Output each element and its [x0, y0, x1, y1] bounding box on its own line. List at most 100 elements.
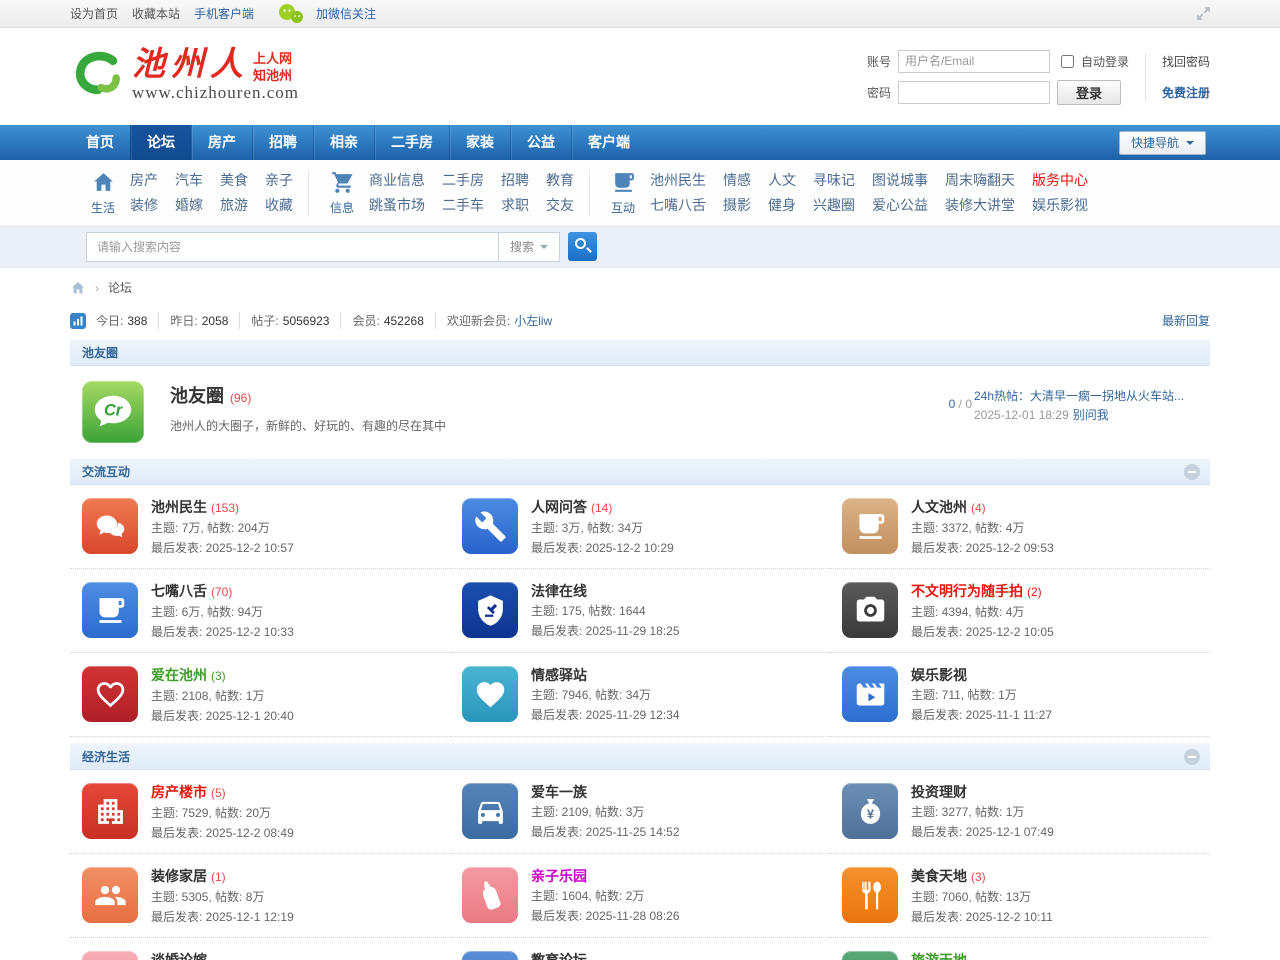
nav-item-5[interactable]: 二手房	[374, 125, 449, 160]
mobile-client-link[interactable]: 手机客户端	[194, 5, 254, 22]
forum-link[interactable]: 爱在池州	[151, 667, 207, 683]
newest-member-link[interactable]: 小左liw	[514, 314, 552, 328]
car-icon[interactable]	[462, 783, 518, 839]
forum-link[interactable]: 投资理财	[911, 784, 967, 800]
wrench-icon[interactable]	[462, 498, 518, 554]
subnav-link[interactable]: 婚嫁	[175, 195, 203, 216]
subnav-link[interactable]: 教育	[546, 170, 574, 191]
forgot-password-link[interactable]: 找回密码	[1162, 53, 1210, 70]
search-input[interactable]	[86, 232, 498, 262]
subnav-link[interactable]: 二手车	[442, 195, 484, 216]
forum-link[interactable]: 池友圈	[170, 386, 224, 406]
account-input[interactable]	[898, 50, 1050, 73]
cafe-icon[interactable]	[842, 498, 898, 554]
subnav-link[interactable]: 爱心公益	[872, 195, 928, 216]
subnav-link[interactable]: 旅游	[220, 195, 248, 216]
password-input[interactable]	[898, 81, 1050, 104]
bottle-icon[interactable]	[462, 867, 518, 923]
nav-item-1[interactable]: 论坛	[130, 125, 191, 160]
subnav-link[interactable]: 人文	[768, 170, 796, 191]
heart2-icon[interactable]	[82, 666, 138, 722]
subnav-link[interactable]: 美食	[220, 170, 248, 191]
wechat-follow-link[interactable]: 加微信关注	[316, 5, 376, 22]
forum-link[interactable]: 法律在线	[531, 583, 587, 599]
search-button[interactable]	[568, 232, 597, 261]
subnav-link[interactable]: 房产	[130, 170, 158, 191]
people-icon[interactable]	[82, 867, 138, 923]
subnav-link[interactable]: 汽车	[175, 170, 203, 191]
subnav-link[interactable]: 娱乐影视	[1032, 195, 1088, 216]
subnav-link[interactable]: 亲子	[265, 170, 293, 191]
subnav-link[interactable]: 图说城事	[872, 170, 928, 191]
subnav-link[interactable]: 装修大讲堂	[945, 195, 1015, 216]
shield-icon[interactable]	[462, 582, 518, 638]
subnav-link[interactable]: 商业信息	[369, 170, 425, 191]
search-type-select[interactable]: 搜索	[498, 232, 560, 262]
bookmark-link[interactable]: 收藏本站	[132, 5, 180, 22]
subnav-link[interactable]: 寻味记	[813, 170, 855, 191]
forum-link[interactable]: 美食天地	[911, 868, 967, 884]
cafe-icon[interactable]	[82, 582, 138, 638]
forum-link[interactable]: 旅游天地	[911, 952, 967, 960]
nav-item-7[interactable]: 公益	[510, 125, 571, 160]
nav-item-0[interactable]: 首页	[70, 125, 130, 160]
subnav-link[interactable]: 七嘴八舌	[650, 195, 706, 216]
chiyouquan-forum-icon[interactable]: Cr	[82, 381, 144, 443]
subnav-link[interactable]: 求职	[501, 195, 529, 216]
forum-link[interactable]: 池州民生	[151, 499, 207, 515]
nav-item-3[interactable]: 招聘	[252, 125, 313, 160]
last-post-user-link[interactable]: 别问我	[1073, 408, 1109, 422]
forum-link[interactable]: 教育论坛	[531, 952, 587, 960]
subnav-link[interactable]: 招聘	[501, 170, 529, 191]
building-icon[interactable]	[82, 783, 138, 839]
forum-link[interactable]: 娱乐影视	[911, 667, 967, 683]
nav-item-2[interactable]: 房产	[191, 125, 252, 160]
subnav-link[interactable]: 情感	[723, 170, 751, 191]
tree-icon[interactable]	[842, 951, 898, 960]
subnav-link[interactable]: 周末嗨翻天	[945, 170, 1015, 191]
forum-link[interactable]: 爱车一族	[531, 784, 587, 800]
auto-login-checkbox[interactable]	[1061, 55, 1074, 68]
forum-link[interactable]: 情感驿站	[531, 667, 587, 683]
subnav-link[interactable]: 跳蚤市场	[369, 195, 425, 216]
edu-icon[interactable]	[462, 951, 518, 960]
subnav-link[interactable]: 兴趣圈	[813, 195, 855, 216]
subnav-link[interactable]: 健身	[768, 195, 796, 216]
fullscreen-icon[interactable]	[1195, 5, 1212, 22]
subnav-link[interactable]: 池州民生	[650, 170, 706, 191]
register-link[interactable]: 免费注册	[1162, 84, 1210, 101]
rings-icon[interactable]	[82, 951, 138, 960]
forum-link[interactable]: 装修家居	[151, 868, 207, 884]
subnav-link[interactable]: 摄影	[723, 195, 751, 216]
hot-thread-link[interactable]: 24h热帖：大清早一瘸一拐地从火车站...	[974, 387, 1198, 406]
subnav-link[interactable]: 二手房	[442, 170, 484, 191]
film-icon[interactable]	[842, 666, 898, 722]
bubbles-icon[interactable]	[82, 498, 138, 554]
subnav-link[interactable]: 交友	[546, 195, 574, 216]
nav-item-4[interactable]: 相亲	[313, 125, 374, 160]
camera-icon[interactable]	[842, 582, 898, 638]
login-button[interactable]: 登录	[1057, 80, 1121, 105]
nav-item-6[interactable]: 家装	[449, 125, 510, 160]
utensils-icon[interactable]	[842, 867, 898, 923]
collapse-icon[interactable]	[1184, 749, 1200, 765]
heart-icon[interactable]	[462, 666, 518, 722]
forum-link[interactable]: 人网问答	[531, 499, 587, 515]
forum-link[interactable]: 不文明行为随手拍	[911, 583, 1023, 599]
forum-link[interactable]: 谈婚论嫁	[151, 952, 207, 960]
latest-reply-link[interactable]: 最新回复	[1162, 312, 1210, 329]
subnav-link[interactable]: 装修	[130, 195, 158, 216]
subnav-link[interactable]: 版务中心	[1032, 170, 1088, 191]
forum-link[interactable]: 房产楼市	[151, 784, 207, 800]
home-icon[interactable]	[70, 280, 86, 296]
moneybag-icon[interactable]: ¥	[842, 783, 898, 839]
site-logo[interactable]: 池州人 上人网 知池州 www.chizhouren.com	[70, 47, 299, 107]
subnav-link[interactable]: 收藏	[265, 195, 293, 216]
forum-link[interactable]: 亲子乐园	[531, 868, 587, 884]
forum-link[interactable]: 七嘴八舌	[151, 583, 207, 599]
collapse-icon[interactable]	[1184, 464, 1200, 480]
quick-nav-button[interactable]: 快捷导航	[1119, 131, 1206, 155]
set-home-link[interactable]: 设为首页	[70, 5, 118, 22]
forum-link[interactable]: 人文池州	[911, 499, 967, 515]
nav-item-8[interactable]: 客户端	[571, 125, 646, 160]
